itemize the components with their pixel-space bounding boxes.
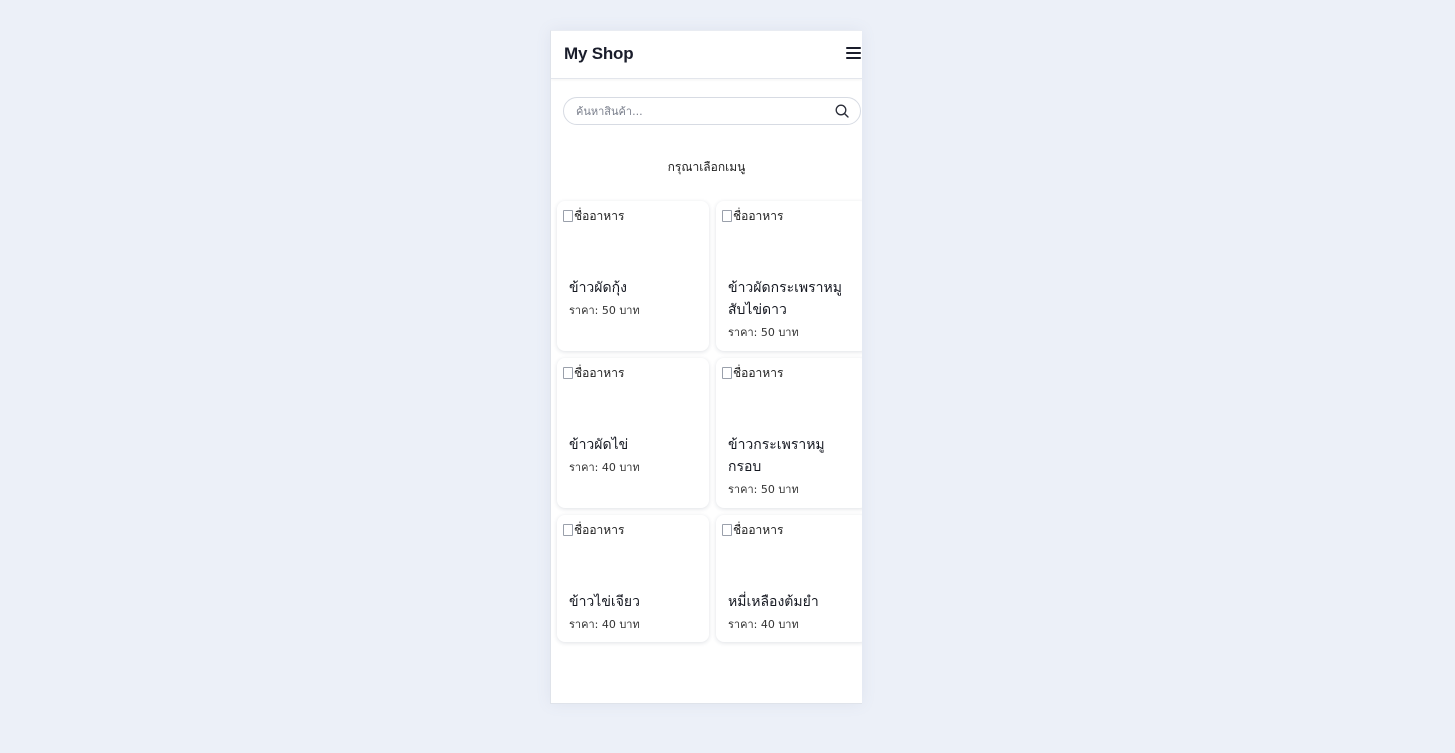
menu-card[interactable]: ชื่ออาหาร ข้าวผัดไข่ ราคา: 40 บาท [557,358,709,508]
food-name: ข้าวไข่เจียว [569,594,640,610]
food-image-alt: ชื่ออาหาร [733,209,784,223]
search-bar [563,97,861,125]
food-name: ข้าวผัดกุ้ง [569,280,627,296]
broken-image-icon [722,210,732,222]
hamburger-menu-icon[interactable] [846,47,862,61]
food-price: ราคา: 40 บาท [728,618,799,631]
food-image-alt: ชื่ออาหาร [574,209,625,223]
broken-image-icon [563,210,573,222]
food-name: หมี่เหลืองต้มยำ [728,594,819,610]
food-image: ชื่ออาหาร [563,207,624,226]
broken-image-icon [563,524,573,536]
food-price: ราคา: 50 บาท [569,304,640,317]
search-icon[interactable] [835,104,849,118]
food-name: ข้าวผัดไข่ [569,437,629,453]
food-image-alt: ชื่ออาหาร [574,523,625,537]
food-price: ราคา: 40 บาท [569,461,640,474]
food-image: ชื่ออาหาร [563,521,624,540]
broken-image-icon [722,524,732,536]
menu-card[interactable]: ชื่ออาหาร ข้าวผัดกระเพราหมูสับไข่ดาว ราค… [716,201,862,351]
broken-image-icon [722,367,732,379]
food-image-alt: ชื่ออาหาร [733,366,784,380]
menu-card[interactable]: ชื่ออาหาร หมี่เหลืองต้มยำ ราคา: 40 บาท [716,515,862,642]
top-navbar: My Shop [551,31,862,79]
food-image: ชื่ออาหาร [563,364,624,383]
menu-card[interactable]: ชื่ออาหาร ข้าวไข่เจียว ราคา: 40 บาท [557,515,709,642]
food-image: ชื่ออาหาร [722,521,783,540]
brand-title[interactable]: My Shop [564,44,634,64]
food-price: ราคา: 50 บาท [728,483,799,496]
food-name: ข้าวผัดกระเพราหมูสับไข่ดาว [728,280,842,318]
menu-card[interactable]: ชื่ออาหาร ข้าวผัดกุ้ง ราคา: 50 บาท [557,201,709,351]
food-name: ข้าวกระเพราหมูกรอบ [728,437,825,475]
food-price: ราคา: 40 บาท [569,618,640,631]
food-image: ชื่ออาหาร [722,207,783,226]
menu-card[interactable]: ชื่ออาหาร ข้าวกระเพราหมูกรอบ ราคา: 50 บา… [716,358,862,508]
app-viewport: My Shop กรุณาเลือกเมนู ชื่ออาหาร ข้าวผัด… [550,30,862,704]
search-input[interactable] [576,103,816,119]
food-image: ชื่ออาหาร [722,364,783,383]
food-price: ราคา: 50 บาท [728,326,799,339]
select-menu-prompt: กรุณาเลือกเมนู [667,160,746,174]
broken-image-icon [563,367,573,379]
food-image-alt: ชื่ออาหาร [574,366,625,380]
food-image-alt: ชื่ออาหาร [733,523,784,537]
